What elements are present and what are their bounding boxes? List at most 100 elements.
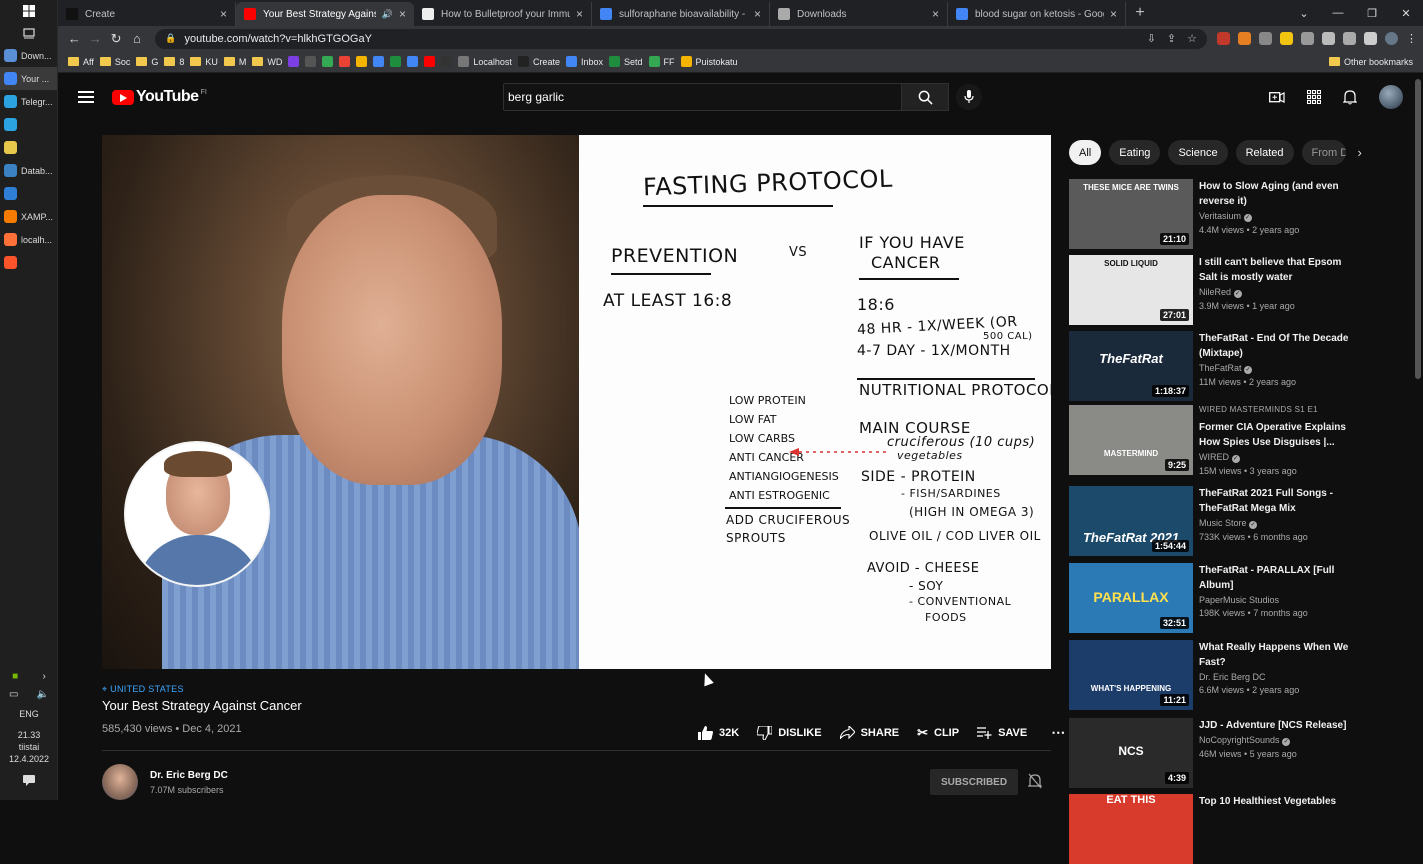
video-thumbnail[interactable]: SOLID LIQUID27:01 (1069, 255, 1193, 325)
like-button[interactable]: 32K (698, 726, 739, 740)
video-title[interactable]: JJD - Adventure [NCS Release] (1199, 718, 1359, 733)
channel-name[interactable]: Music Store ✓ (1199, 518, 1359, 529)
video-thumbnail[interactable]: NCS4:39 (1069, 718, 1193, 788)
video-title[interactable]: TheFatRat 2021 Full Songs - TheFatRat Me… (1199, 486, 1359, 516)
browser-tab[interactable]: Your Best Strategy Against C🔊× (236, 2, 414, 26)
tab-close-icon[interactable]: × (576, 7, 583, 21)
video-player[interactable]: FASTING PROTOCOL PREVENTION VS IF YOU HA… (102, 135, 1051, 669)
sidepanel-icon[interactable] (1364, 32, 1377, 45)
filter-chip[interactable]: Eating (1109, 140, 1160, 165)
bookmark-favicon-icon[interactable] (373, 56, 384, 67)
subscribed-button[interactable]: SUBSCRIBED (930, 769, 1018, 795)
bookmark-star-icon[interactable]: ☆ (1187, 32, 1197, 45)
video-thumbnail[interactable]: EAT THIS (1069, 794, 1193, 864)
recommended-video[interactable]: SOLID LIQUID27:01I still can't believe t… (1069, 255, 1369, 325)
network-icon[interactable]: ▭ (9, 689, 18, 700)
channel-name[interactable]: PaperMusic Studios (1199, 595, 1359, 605)
voice-search-button[interactable] (956, 84, 982, 110)
notification-off-icon[interactable] (1028, 773, 1042, 794)
bookmark-item[interactable]: Setd (609, 56, 643, 67)
recommended-video[interactable]: THESE MICE ARE TWINS21:10How to Slow Agi… (1069, 179, 1369, 249)
lock-icon[interactable]: 🔒 (165, 33, 176, 44)
notifications-bell-icon[interactable] (1343, 89, 1357, 105)
browser-tab[interactable]: Downloads× (770, 2, 948, 26)
other-bookmarks[interactable]: Other bookmarks (1329, 57, 1413, 67)
bookmark-favicon-icon[interactable] (356, 56, 367, 67)
channel-name[interactable]: WIRED ✓ (1199, 452, 1359, 463)
bookmark-item[interactable]: 8 (164, 57, 184, 67)
close-window-button[interactable]: ✕ (1389, 7, 1423, 20)
bookmark-item[interactable]: G (136, 57, 158, 67)
bookmark-item[interactable]: Soc (100, 57, 131, 67)
bookmark-favicon-icon[interactable] (305, 56, 316, 67)
tab-close-icon[interactable]: × (932, 7, 939, 21)
browser-tab[interactable]: How to Bulletproof your Immune× (414, 2, 592, 26)
extension-icon[interactable] (1301, 32, 1314, 45)
bookmark-item[interactable]: KU (190, 57, 218, 67)
menu-dots-icon[interactable]: ⋮ (1406, 32, 1417, 45)
maximize-button[interactable]: ❐ (1355, 7, 1389, 20)
extension-icon[interactable] (1238, 32, 1251, 45)
tab-close-icon[interactable]: × (1110, 7, 1117, 21)
tab-close-icon[interactable]: × (754, 7, 761, 21)
tab-close-icon[interactable]: × (399, 7, 406, 21)
recommended-video[interactable]: TheFatRat 20211:54:44TheFatRat 2021 Full… (1069, 486, 1369, 556)
taskbar-app-item[interactable] (0, 251, 57, 274)
bookmark-item[interactable]: Aff (68, 57, 94, 67)
volume-icon[interactable]: 🔈 (37, 689, 49, 700)
browser-tab[interactable]: sulforaphane bioavailability - Goo× (592, 2, 770, 26)
notification-icon[interactable] (0, 765, 58, 800)
taskbar-app-item[interactable]: Down... (0, 44, 57, 67)
queue-icon[interactable] (1343, 32, 1356, 45)
recommended-video[interactable]: TheFatRat1:18:37TheFatRat - End Of The D… (1069, 331, 1369, 401)
video-title[interactable]: What Really Happens When We Fast? (1199, 640, 1359, 670)
task-view-icon[interactable] (0, 22, 57, 44)
recommended-video[interactable]: NCS4:39 JJD - Adventure [NCS Release] NoCo… (1069, 718, 1369, 788)
windows-start-icon[interactable] (0, 0, 57, 22)
video-title[interactable]: I still can't believe that Epsom Salt is… (1199, 255, 1359, 285)
youtube-logo[interactable]: YouTube FI (112, 88, 207, 106)
search-button[interactable] (901, 83, 949, 111)
recommended-video[interactable]: MASTERMIND9:25WIRED MASTERMINDS S1 E1For… (1069, 405, 1369, 475)
page-scrollbar[interactable] (1415, 79, 1421, 379)
video-title[interactable]: Former CIA Operative Explains How Spies … (1199, 420, 1359, 450)
clip-button[interactable]: ✂ CLIP (917, 725, 959, 741)
video-thumbnail[interactable]: TheFatRat 20211:54:44 (1069, 486, 1193, 556)
channel-name[interactable]: Dr. Eric Berg DC (150, 770, 228, 781)
menu-icon[interactable] (78, 88, 94, 106)
address-bar[interactable]: 🔒 youtube.com/watch?v=hlkhGTGOGaY ⇩ ⇪ ☆ (155, 29, 1207, 49)
channel-name[interactable]: NoCopyrightSounds ✓ (1199, 735, 1359, 746)
recommended-video[interactable]: PARALLAX32:51TheFatRat - PARALLAX [Full … (1069, 563, 1369, 633)
taskbar-app-item[interactable] (0, 182, 57, 205)
recommended-video[interactable]: WHAT'S HAPPENING11:21What Really Happens… (1069, 640, 1369, 710)
bookmark-favicon-icon[interactable] (288, 56, 299, 67)
video-title[interactable]: TheFatRat - End Of The Decade (Mixtape) (1199, 331, 1359, 361)
browser-tab[interactable]: Create× (58, 2, 236, 26)
save-button[interactable]: SAVE (977, 727, 1027, 739)
bookmark-favicon-icon[interactable] (407, 56, 418, 67)
bookmark-favicon-icon[interactable] (441, 56, 452, 67)
apps-grid-icon[interactable] (1307, 90, 1321, 104)
reload-icon[interactable]: ↻ (106, 31, 127, 47)
video-thumbnail[interactable]: WHAT'S HAPPENING11:21 (1069, 640, 1193, 710)
video-thumbnail[interactable]: MASTERMIND9:25 (1069, 405, 1193, 475)
bookmark-favicon-icon[interactable] (390, 56, 401, 67)
bookmark-item[interactable]: WD (252, 57, 282, 67)
video-title[interactable]: TheFatRat - PARALLAX [Full Album] (1199, 563, 1359, 593)
puzzle-icon[interactable] (1322, 32, 1335, 45)
new-tab-button[interactable]: + (1126, 2, 1154, 26)
dislike-button[interactable]: DISLIKE (757, 726, 821, 740)
minimize-button[interactable]: — (1321, 7, 1355, 19)
more-actions-icon[interactable]: ⋯ (1051, 724, 1065, 741)
home-icon[interactable]: ⌂ (126, 31, 147, 46)
bookmark-favicon-icon[interactable] (339, 56, 350, 67)
taskbar-app-item[interactable]: localh... (0, 228, 57, 251)
forward-icon[interactable]: → (85, 31, 106, 46)
video-thumbnail[interactable]: THESE MICE ARE TWINS21:10 (1069, 179, 1193, 249)
user-avatar[interactable] (1379, 85, 1403, 109)
share-icon[interactable]: ⇪ (1167, 32, 1176, 45)
language-indicator[interactable]: ENG (0, 709, 58, 719)
taskbar-app-item[interactable]: XAMP... (0, 205, 57, 228)
bookmark-item[interactable]: FF (649, 56, 675, 67)
filter-chip[interactable]: All (1069, 140, 1101, 165)
